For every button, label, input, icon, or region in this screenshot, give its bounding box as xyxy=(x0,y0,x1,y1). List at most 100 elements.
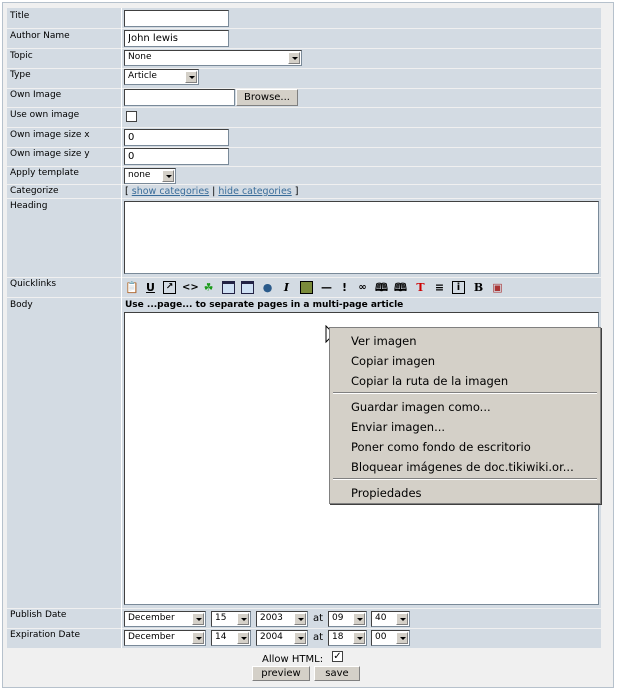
quicklinks-toolbar: 📋 U ↗ <> ☘ ● I — ! ∞ 🕮 🕮 T ≡ i B ▣ xyxy=(124,278,524,297)
chevron-down-icon[interactable] xyxy=(396,613,408,625)
topic-select-value: None xyxy=(128,52,152,62)
expiration-month-select[interactable]: December xyxy=(124,630,206,646)
publish-hour-value: 09 xyxy=(332,613,344,623)
save-button[interactable]: save xyxy=(314,666,360,681)
own-image-size-x-input[interactable] xyxy=(124,129,229,146)
menu-item-fondo-escritorio[interactable]: Poner como fondo de escritorio xyxy=(351,440,531,454)
browse-button[interactable]: Browse... xyxy=(236,89,298,106)
apply-template-select[interactable]: none xyxy=(124,168,176,184)
label-publish-date: Publish Date xyxy=(10,610,67,620)
hr-icon[interactable]: — xyxy=(320,281,333,294)
categorize-links: [ show categories | hide categories ] xyxy=(125,186,299,197)
expiration-minute-value: 00 xyxy=(375,632,387,642)
exclamation-icon[interactable]: ! xyxy=(338,281,351,294)
apply-template-value: none xyxy=(128,170,151,180)
code-icon[interactable]: <> xyxy=(182,281,199,294)
label-heading: Heading xyxy=(10,201,48,211)
label-own-image-size-y: Own image size y xyxy=(10,149,90,159)
expiration-month-value: December xyxy=(128,632,175,642)
menu-item-bloquear-imagenes[interactable]: Bloquear imágenes de doc.tikiwiki.or... xyxy=(351,460,574,474)
link-icon[interactable]: ∞ xyxy=(356,281,369,294)
expiration-day-select[interactable]: 14 xyxy=(211,630,251,646)
chevron-down-icon[interactable] xyxy=(185,71,197,83)
expiration-at-label: at xyxy=(313,632,324,643)
publish-year-value: 2003 xyxy=(260,613,283,623)
label-quicklinks: Quicklinks xyxy=(10,279,57,289)
publish-minute-select[interactable]: 40 xyxy=(371,611,410,627)
publish-day-value: 15 xyxy=(215,613,227,623)
image-icon[interactable] xyxy=(300,281,313,294)
chevron-down-icon[interactable] xyxy=(192,613,204,625)
publish-year-select[interactable]: 2003 xyxy=(256,611,308,627)
table-alt-icon[interactable] xyxy=(241,281,254,294)
table-icon[interactable] xyxy=(222,281,235,294)
type-select[interactable]: Article xyxy=(124,69,199,85)
chevron-down-icon[interactable] xyxy=(288,52,300,64)
publish-month-value: December xyxy=(128,613,175,623)
chevron-down-icon[interactable] xyxy=(237,613,249,625)
expiration-year-select[interactable]: 2004 xyxy=(256,630,308,646)
menu-item-propiedades[interactable]: Propiedades xyxy=(351,486,422,500)
italic-icon[interactable]: I xyxy=(280,281,293,294)
own-image-input[interactable] xyxy=(124,89,235,106)
label-categorize: Categorize xyxy=(10,186,59,196)
type-select-value: Article xyxy=(128,71,157,81)
chevron-down-icon[interactable] xyxy=(294,632,306,644)
book-icon[interactable]: 🕮 xyxy=(375,281,388,294)
title-input[interactable] xyxy=(124,10,229,27)
pipe-separator: | xyxy=(212,186,216,197)
chevron-down-icon[interactable] xyxy=(353,613,365,625)
bracket-open: [ xyxy=(125,186,129,197)
chevron-down-icon[interactable] xyxy=(237,632,249,644)
menu-separator xyxy=(333,478,597,480)
expiration-minute-select[interactable]: 00 xyxy=(371,630,410,646)
publish-month-select[interactable]: December xyxy=(124,611,206,627)
label-apply-template: Apply template xyxy=(10,168,79,178)
allow-html-label: Allow HTML: xyxy=(262,654,324,665)
label-author-name: Author Name xyxy=(10,31,70,41)
paste-icon[interactable]: 📋 xyxy=(125,281,139,294)
preview-button[interactable]: preview xyxy=(252,666,310,681)
hide-categories-link[interactable]: hide categories xyxy=(218,186,291,197)
box-icon[interactable]: ▣ xyxy=(491,281,504,294)
align-icon[interactable]: ≡ xyxy=(433,281,446,294)
chevron-down-icon[interactable] xyxy=(192,632,204,644)
bold-icon[interactable]: B xyxy=(472,281,485,294)
menu-item-ver-imagen[interactable]: Ver imagen xyxy=(351,334,417,348)
topic-select[interactable]: None xyxy=(124,50,302,66)
menu-item-enviar-imagen[interactable]: Enviar imagen... xyxy=(351,420,445,434)
chevron-down-icon[interactable] xyxy=(353,632,365,644)
underline-icon[interactable]: U xyxy=(144,281,157,294)
label-title: Title xyxy=(10,11,30,21)
column-divider xyxy=(121,8,122,648)
menu-item-copiar-ruta[interactable]: Copiar la ruta de la imagen xyxy=(351,374,508,388)
publish-day-select[interactable]: 15 xyxy=(211,611,251,627)
chevron-down-icon[interactable] xyxy=(396,632,408,644)
label-body: Body xyxy=(10,300,33,310)
context-menu: Ver imagen Copiar imagen Copiar la ruta … xyxy=(329,327,601,504)
show-categories-link[interactable]: show categories xyxy=(132,186,209,197)
allow-html-checkbox[interactable]: ✓ xyxy=(332,651,343,662)
expiration-day-value: 14 xyxy=(215,632,227,642)
heading-textarea[interactable] xyxy=(124,201,599,274)
author-name-input[interactable] xyxy=(124,30,229,47)
menu-item-copiar-imagen[interactable]: Copiar imagen xyxy=(351,354,435,368)
publish-hour-select[interactable]: 09 xyxy=(328,611,367,627)
label-use-own-image: Use own image xyxy=(10,110,80,120)
external-link-icon[interactable]: ↗ xyxy=(163,281,176,294)
chevron-down-icon[interactable] xyxy=(294,613,306,625)
label-own-image: Own Image xyxy=(10,90,62,100)
globe-icon[interactable]: ● xyxy=(261,281,274,294)
info-icon[interactable]: i xyxy=(452,281,465,294)
body-hint: Use ...page... to separate pages in a mu… xyxy=(125,300,404,310)
title-icon[interactable]: T xyxy=(414,281,427,294)
chevron-down-icon[interactable] xyxy=(162,170,174,182)
own-image-size-y-input[interactable] xyxy=(124,148,229,165)
expiration-hour-value: 18 xyxy=(332,632,344,642)
expiration-hour-select[interactable]: 18 xyxy=(328,630,367,646)
menu-item-guardar-imagen[interactable]: Guardar imagen como... xyxy=(351,400,491,414)
use-own-image-checkbox[interactable] xyxy=(126,111,137,122)
paw-icon[interactable]: ☘ xyxy=(202,281,215,294)
menu-separator xyxy=(333,392,597,394)
book-alt-icon[interactable]: 🕮 xyxy=(394,281,407,294)
